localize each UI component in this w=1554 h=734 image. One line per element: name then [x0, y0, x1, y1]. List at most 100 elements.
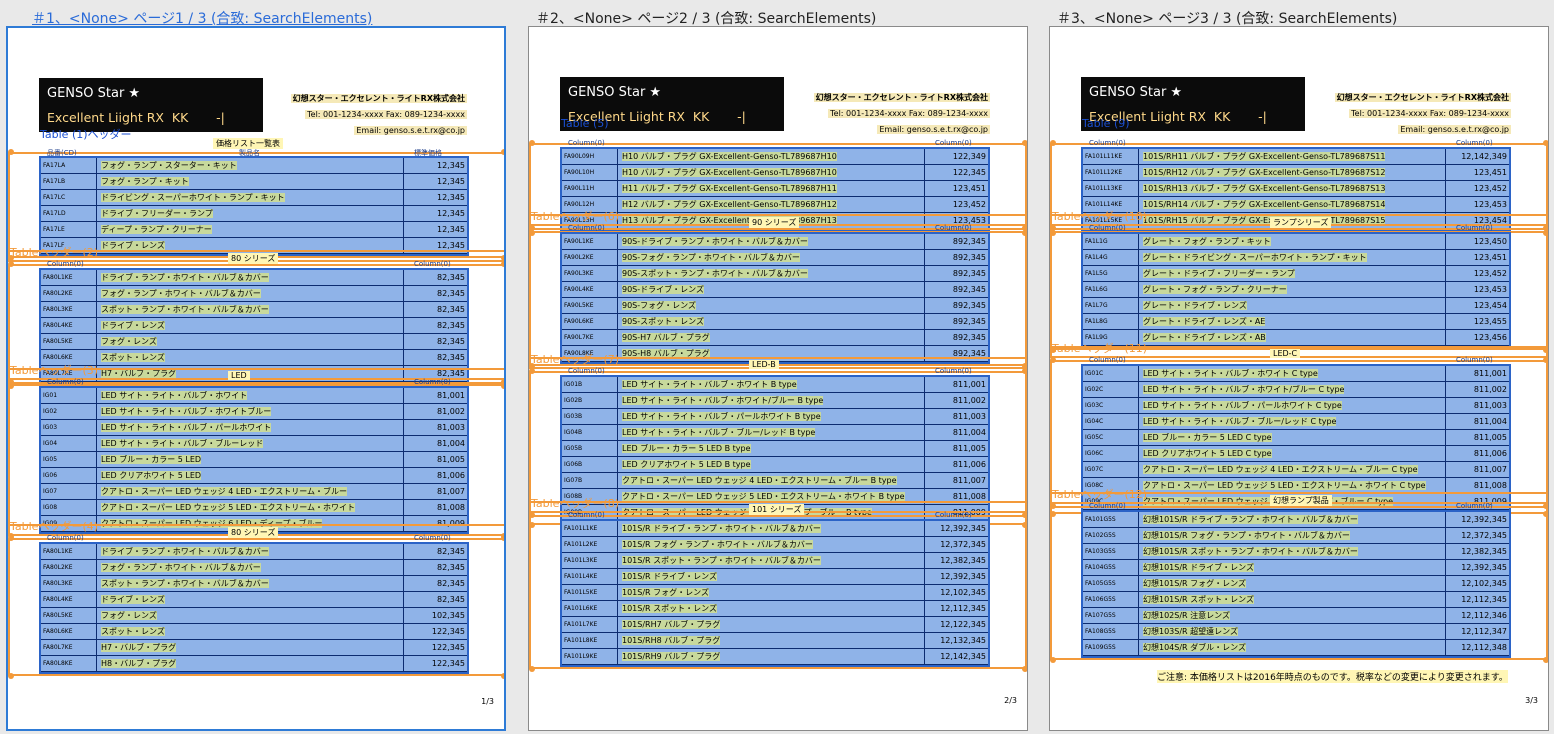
table-row[interactable]: IG06B LED クリアホワイト 5 LED B type 811,006: [562, 457, 988, 473]
table-row[interactable]: IG03B LED サイト・ライト・バルブ・パールホワイト B type 811,0…: [562, 409, 988, 425]
resize-handle[interactable]: [529, 225, 535, 231]
table-row[interactable]: FA1L8G グレート・ドライブ・レンズ・AE 123,455: [1083, 314, 1509, 330]
table-row[interactable]: FA90L12H H12 バルブ・プラグ GX-Excellent-Genso-T…: [562, 197, 988, 213]
resize-handle[interactable]: [1050, 503, 1056, 509]
resize-handle[interactable]: [1543, 503, 1548, 509]
table-row[interactable]: IG04B LED サイト・ライト・バルブ・ブルー/レッド B type 811,0…: [562, 425, 988, 441]
table-row[interactable]: FA101L11KE 101S/RH11 バルブ・プラグ GX-Excellent…: [1083, 149, 1509, 165]
table-row[interactable]: FA109G5S 幻想104S/R ダブル・レンズ 12,112,348: [1083, 640, 1509, 656]
resize-handle[interactable]: [1543, 225, 1548, 231]
price-table[interactable]: IG01 LED サイト・ライト・バルブ・ホワイト 81,001 IG02 LED サイ…: [39, 386, 469, 534]
table-row[interactable]: FA101L12KE 101S/RH12 バルブ・プラグ GX-Excellent…: [1083, 165, 1509, 181]
table-row[interactable]: IG01C LED サイト・ライト・バルブ・ホワイト C type 811,001: [1083, 366, 1509, 382]
price-table[interactable]: FA90L1KE 90S-ドライブ・ランプ・ホワイト・バルブ＆カバー 892,345…: [560, 232, 990, 364]
table-row[interactable]: FA80L1KE ドライブ・ランプ・ホワイト・バルブ＆カバー 82,345: [41, 544, 467, 560]
resize-handle[interactable]: [1022, 666, 1027, 672]
price-table[interactable]: FA17LA フォグ・ランプ・スターター・キット 12,345 FA17LB フォグ・ラ…: [39, 156, 469, 256]
table-row[interactable]: FA80L1KE ドライブ・ランプ・ホワイト・バルブ＆カバー 82,345: [41, 270, 467, 286]
page-sheet[interactable]: GENSO Star ★ Excellent Liight RX KK -| 幻想ス…: [1049, 26, 1549, 731]
table-row[interactable]: FA107G5S 幻想102S/R 注意レンズ 12,112,346: [1083, 608, 1509, 624]
price-table[interactable]: FA80L1KE ドライブ・ランプ・ホワイト・バルブ＆カバー 82,345 FA80L…: [39, 268, 469, 384]
table-row[interactable]: IG06C LED クリアホワイト 5 LED C type 811,006: [1083, 446, 1509, 462]
table-row[interactable]: FA90L09H H10 バルブ・プラグ GX-Excellent-Genso-T…: [562, 149, 988, 165]
table-row[interactable]: FA90L11H H11 バルブ・プラグ GX-Excellent-Genso-T…: [562, 181, 988, 197]
resize-handle[interactable]: [1543, 140, 1548, 146]
table-row[interactable]: FA80L4KE ドライブ・レンズ 82,345: [41, 592, 467, 608]
table-row[interactable]: FA90L5KE 90S-フォグ・レンズ 892,345: [562, 298, 988, 314]
table-row[interactable]: FA17LE ディープ・ランプ・クリーナー 12,345: [41, 222, 467, 238]
table-row[interactable]: FA80L2KE フォグ・ランプ・ホワイト・バルブ＆カバー 82,345: [41, 560, 467, 576]
table-row[interactable]: IG03C LED サイト・ライト・バルブ・パールホワイト C type 811,0…: [1083, 398, 1509, 414]
table-row[interactable]: FA108G5S 幻想103S/R 超望遠レンズ 12,112,347: [1083, 624, 1509, 640]
resize-handle[interactable]: [501, 535, 504, 541]
table-row[interactable]: IG07B クアトロ・スーパー LED ウェッジ 4 LED・エクストリーム・ブル…: [562, 473, 988, 489]
table-row[interactable]: IG05C LED ブルー・カラー 5 LED C type 811,005: [1083, 430, 1509, 446]
table-row[interactable]: FA80L3KE スポット・ランプ・ホワイト・バルブ＆カバー 82,345: [41, 302, 467, 318]
page-caption[interactable]: ＃3、<None> ページ3 / 3 (合致: SearchElements): [1057, 8, 1397, 28]
table-row[interactable]: IG02B LED サイト・ライト・バルブ・ホワイト/ブルー B type 811,…: [562, 393, 988, 409]
resize-handle[interactable]: [529, 512, 535, 518]
resize-handle[interactable]: [529, 666, 535, 672]
resize-handle[interactable]: [501, 149, 504, 155]
page-sheet[interactable]: GENSO Star ★ Excellent Liight RX KK -| 幻想ス…: [528, 26, 1028, 731]
resize-handle[interactable]: [501, 673, 504, 679]
resize-handle[interactable]: [8, 149, 14, 155]
price-table[interactable]: FA1L1G グレート・フォグ・ランプ・キット 123,450 FA1L4G グレート・…: [1081, 232, 1511, 348]
table-row[interactable]: FA90L6KE 90S-スポット・レンズ 892,345: [562, 314, 988, 330]
resize-handle[interactable]: [1050, 357, 1056, 363]
table-row[interactable]: FA80L8KE H8・バルブ・プラグ 122,345: [41, 656, 467, 672]
page-sheet[interactable]: GENSO Star ★ Excellent Liight RX KK -| 幻想ス…: [6, 26, 506, 731]
resize-handle[interactable]: [1543, 357, 1548, 363]
table-row[interactable]: FA101L9KE 101S/RH9 バルブ・プラグ 12,142,345: [562, 649, 988, 665]
resize-handle[interactable]: [529, 140, 535, 146]
table-row[interactable]: IG02 LED サイト・ライト・バルブ・ホワイトブルー 81,002: [41, 404, 467, 420]
table-row[interactable]: FA1L7G グレート・ドライブ・レンズ 123,454: [1083, 298, 1509, 314]
resize-handle[interactable]: [8, 379, 14, 385]
table-row[interactable]: FA80L2KE フォグ・ランプ・ホワイト・バルブ＆カバー 82,345: [41, 286, 467, 302]
table-row[interactable]: FA90L4KE 90S-ドライブ・レンズ 892,345: [562, 282, 988, 298]
table-row[interactable]: FA101L7KE 101S/RH7 バルブ・プラグ 12,122,345: [562, 617, 988, 633]
table-row[interactable]: FA101L3KE 101S/R スポット・ランプ・ホワイト・バルブ＆カバー 12,…: [562, 553, 988, 569]
table-row[interactable]: FA80L5KE フォグ・レンズ 82,345: [41, 334, 467, 350]
table-row[interactable]: FA1L6G グレート・フォグ・ランプ・クリーナー 123,453: [1083, 282, 1509, 298]
resize-handle[interactable]: [1022, 368, 1027, 374]
table-row[interactable]: FA17LC ドライビング・スーパーホワイト・ランプ・キット 12,345: [41, 190, 467, 206]
resize-handle[interactable]: [1022, 225, 1027, 231]
table-row[interactable]: FA90L1KE 90S-ドライブ・ランプ・ホワイト・バルブ＆カバー 892,345: [562, 234, 988, 250]
table-row[interactable]: FA105G5S 幻想101S/R フォグ・レンズ 12,102,345: [1083, 576, 1509, 592]
resize-handle[interactable]: [501, 261, 504, 267]
table-row[interactable]: IG07C クアトロ・スーパー LED ウェッジ 4 LED・エクストリーム・ブル…: [1083, 462, 1509, 478]
table-row[interactable]: FA101L8KE 101S/RH8 バルブ・プラグ 12,132,345: [562, 633, 988, 649]
table-row[interactable]: IG03 LED サイト・ライト・バルブ・パールホワイト 81,003: [41, 420, 467, 436]
resize-handle[interactable]: [8, 673, 14, 679]
table-row[interactable]: FA1L1G グレート・フォグ・ランプ・キット 123,450: [1083, 234, 1509, 250]
page-caption[interactable]: ＃2、<None> ページ2 / 3 (合致: SearchElements): [536, 8, 876, 28]
table-row[interactable]: IG08 クアトロ・スーパー LED ウェッジ 5 LED・エクストリーム・ホワイ…: [41, 500, 467, 516]
table-row[interactable]: FA90L2KE 90S-フォグ・ランプ・ホワイト・バルブ＆カバー 892,345: [562, 250, 988, 266]
table-row[interactable]: FA80L5KE フォグ・レンズ 102,345: [41, 608, 467, 624]
table-row[interactable]: FA101L2KE 101S/R フォグ・ランプ・ホワイト・バルブ＆カバー 12,3…: [562, 537, 988, 553]
table-row[interactable]: IG01B LED サイト・ライト・バルブ・ホワイト B type 811,001: [562, 377, 988, 393]
table-row[interactable]: FA101L1KE 101S/R ドライブ・ランプ・ホワイト・バルブ＆カバー 12,…: [562, 521, 988, 537]
table-row[interactable]: FA101L13KE 101S/RH13 バルブ・プラグ GX-Excellent…: [1083, 181, 1509, 197]
table-row[interactable]: IG05B LED ブルー・カラー 5 LED B type 811,005: [562, 441, 988, 457]
table-row[interactable]: FA106G5S 幻想101S/R スポット・レンズ 12,112,345: [1083, 592, 1509, 608]
price-table[interactable]: FA101L1KE 101S/R ドライブ・ランプ・ホワイト・バルブ＆カバー 12,…: [560, 519, 990, 667]
table-row[interactable]: FA80L6KE スポット・レンズ 122,345: [41, 624, 467, 640]
table-row[interactable]: FA90L7KE 90S-H7 バルブ・プラグ 892,345: [562, 330, 988, 346]
table-row[interactable]: FA103G5S 幻想101S/R スポット・ランプ・ホワイト・バルブ＆カバー 12…: [1083, 544, 1509, 560]
table-row[interactable]: FA104G5S 幻想101S/R ドライブ・レンズ 12,392,345: [1083, 560, 1509, 576]
resize-handle[interactable]: [8, 535, 14, 541]
resize-handle[interactable]: [8, 261, 14, 267]
table-row[interactable]: IG02C LED サイト・ライト・バルブ・ホワイト/ブルー C type 811,…: [1083, 382, 1509, 398]
table-row[interactable]: FA90L3KE 90S-スポット・ランプ・ホワイト・バルブ＆カバー 892,345: [562, 266, 988, 282]
table-row[interactable]: IG04 LED サイト・ライト・バルブ・ブルーレッド 81,004: [41, 436, 467, 452]
table-row[interactable]: IG04C LED サイト・ライト・バルブ・ブルー/レッド C type 811,0…: [1083, 414, 1509, 430]
price-table[interactable]: FA101G5S 幻想101S/R ドライブ・ランプ・ホワイト・バルブ＆カバー 12…: [1081, 510, 1511, 658]
table-row[interactable]: FA80L4KE ドライブ・レンズ 82,345: [41, 318, 467, 334]
resize-handle[interactable]: [1022, 512, 1027, 518]
table-row[interactable]: FA80L7KE H7・バルブ・プラグ 122,345: [41, 640, 467, 656]
table-row[interactable]: FA17LA フォグ・ランプ・スターター・キット 12,345: [41, 158, 467, 174]
table-row[interactable]: IG07 クアトロ・スーパー LED ウェッジ 4 LED・エクストリーム・ブルー…: [41, 484, 467, 500]
table-row[interactable]: IG06 LED クリアホワイト 5 LED 81,006: [41, 468, 467, 484]
